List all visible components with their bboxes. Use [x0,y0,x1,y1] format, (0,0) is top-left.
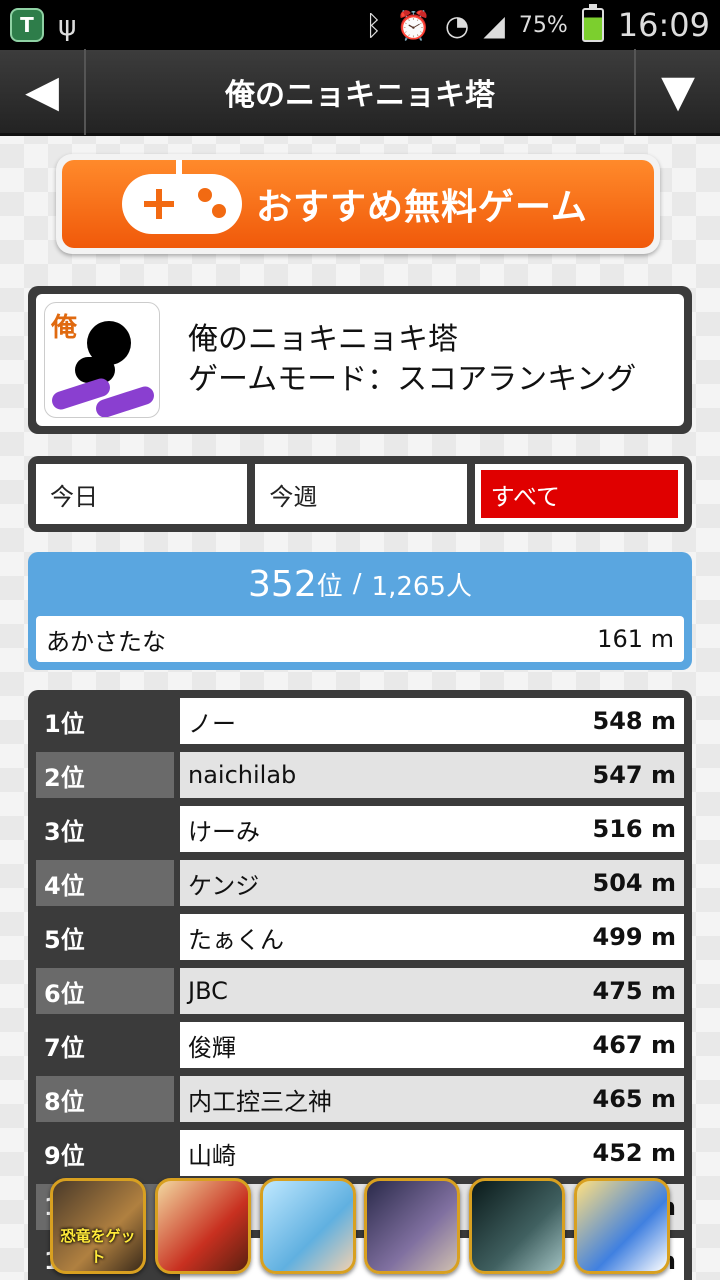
player-cell: ノー 548 m [180,698,684,744]
player-score: 548 m [592,707,676,735]
tab-all[interactable]: すべて [474,464,684,524]
app-notification-icon: T [10,8,44,42]
bluetooth-icon: ᛒ [365,8,383,42]
status-right: ᛒ ⏰ ◔ ◢ 75% 16:09 [365,4,710,44]
back-button[interactable]: ◀ [0,48,86,135]
wifi-icon: ◔ [444,8,470,42]
rank-cell: 4位 [36,860,174,906]
player-score: 547 m [592,761,676,789]
banner-label: おすすめ無料ゲーム [256,187,588,228]
rank-cell: 7位 [36,1022,174,1068]
title-bar: ◀ 俺のニョキニョキ塔 ▼ [0,48,720,136]
ranking-row: 4位 ケンジ 504 m [36,860,684,906]
total-players: 1,265人 [371,571,472,602]
page-title: 俺のニョキニョキ塔 [225,77,495,113]
game-title: 俺のニョキニョキ塔 [188,322,458,357]
game-mode: ゲームモード：スコアランキング [188,362,637,397]
my-rank-panel: 352 位 / 1,265人 あかさたな 161 m [28,552,692,670]
player-score: 504 m [592,869,676,897]
ranking-row: 8位 内工控三之神 465 m [36,1076,684,1122]
menu-dropdown-button[interactable]: ▼ [634,48,720,135]
my-rank-number: 352 [248,563,317,605]
game-icon-glyph: 俺 [51,313,78,343]
ad-app-icon[interactable] [364,1178,461,1274]
player-score: 499 m [592,923,676,951]
back-arrow-icon: ◀ [25,66,59,117]
player-cell: たぁくん 499 m [180,914,684,960]
my-rank-unit: 位 [316,571,343,602]
period-tabs: 今日 今週 すべて [28,456,692,532]
ranking-row: 3位 けーみ 516 m [36,806,684,852]
rank-cell: 3位 [36,806,174,852]
ad-strip: 恐竜をゲット [50,1178,670,1274]
ad-app-icon[interactable] [469,1178,566,1274]
player-name: 俊輝 [188,1033,236,1062]
rank-cell: 6位 [36,968,174,1014]
status-bar: T ψ ᛒ ⏰ ◔ ◢ 75% 16:09 [0,0,720,50]
player-name: 山崎 [188,1141,236,1170]
tab-all-label: すべて [480,470,678,518]
rank-cell: 8位 [36,1076,174,1122]
battery-icon [581,4,604,42]
player-name: けーみ [188,817,260,846]
ranking-row: 2位 naichilab 547 m [36,752,684,798]
player-cell: 山崎 452 m [180,1130,684,1176]
player-name: ノー [188,709,236,738]
ranking-row: 9位 山崎 452 m [36,1130,684,1176]
player-name: JBC [188,977,228,1005]
my-rank-summary: 352 位 / 1,265人 [36,552,684,616]
player-cell: 俊輝 467 m [180,1022,684,1068]
ad-app-icon[interactable] [573,1178,670,1274]
ad-label: 恐竜をゲット [60,1227,136,1266]
ad-app-icon[interactable] [154,1178,251,1274]
player-cell: 内工控三之神 465 m [180,1076,684,1122]
alarm-icon: ⏰ [396,8,431,42]
clock: 16:09 [617,6,710,44]
game-text: 俺のニョキニョキ塔 ゲームモード：スコアランキング [188,320,636,400]
game-icon: 俺 [44,302,160,418]
player-name: 内工控三之神 [188,1087,332,1116]
usb-icon: ψ [58,8,77,42]
battery-percent: 75% [518,12,568,38]
rank-cell: 9位 [36,1130,174,1176]
ranking-row: 1位 ノー 548 m [36,698,684,744]
player-cell: ケンジ 504 m [180,860,684,906]
ad-app-icon[interactable] [259,1178,356,1274]
ranking-row: 6位 JBC 475 m [36,968,684,1014]
player-score: 452 m [592,1139,676,1167]
status-left: T ψ [10,8,76,42]
player-cell: JBC 475 m [180,968,684,1014]
my-rank-separator: / [352,569,362,599]
ranking-row: 7位 俊輝 467 m [36,1022,684,1068]
ad-app-icon[interactable]: 恐竜をゲット [50,1178,146,1274]
my-name: あかさたな [46,627,166,656]
player-name: たぁくん [188,925,284,954]
player-score: 465 m [592,1085,676,1113]
my-rank-row: あかさたな 161 m [36,616,684,662]
player-score: 475 m [592,977,676,1005]
game-info-card: 俺 俺のニョキニョキ塔 ゲームモード：スコアランキング [28,286,692,434]
player-score: 467 m [592,1031,676,1059]
my-score: 161 m [597,625,674,653]
player-cell: けーみ 516 m [180,806,684,852]
ranking-row: 5位 たぁくん 499 m [36,914,684,960]
player-name: ケンジ [188,871,260,900]
player-cell: naichilab 547 m [180,752,684,798]
rank-cell: 1位 [36,698,174,744]
rank-cell: 5位 [36,914,174,960]
rank-cell: 2位 [36,752,174,798]
chevron-down-icon: ▼ [661,66,695,117]
free-games-banner[interactable]: おすすめ無料ゲーム [56,154,660,254]
banner-body: おすすめ無料ゲーム [62,160,654,248]
player-name: naichilab [188,761,297,789]
gamepad-icon [122,160,242,234]
player-score: 516 m [592,815,676,843]
tab-today[interactable]: 今日 [36,464,248,524]
tab-this-week[interactable]: 今週 [255,464,467,524]
signal-icon: ◢ [483,8,505,42]
game-info-inner: 俺 俺のニョキニョキ塔 ゲームモード：スコアランキング [36,294,684,426]
